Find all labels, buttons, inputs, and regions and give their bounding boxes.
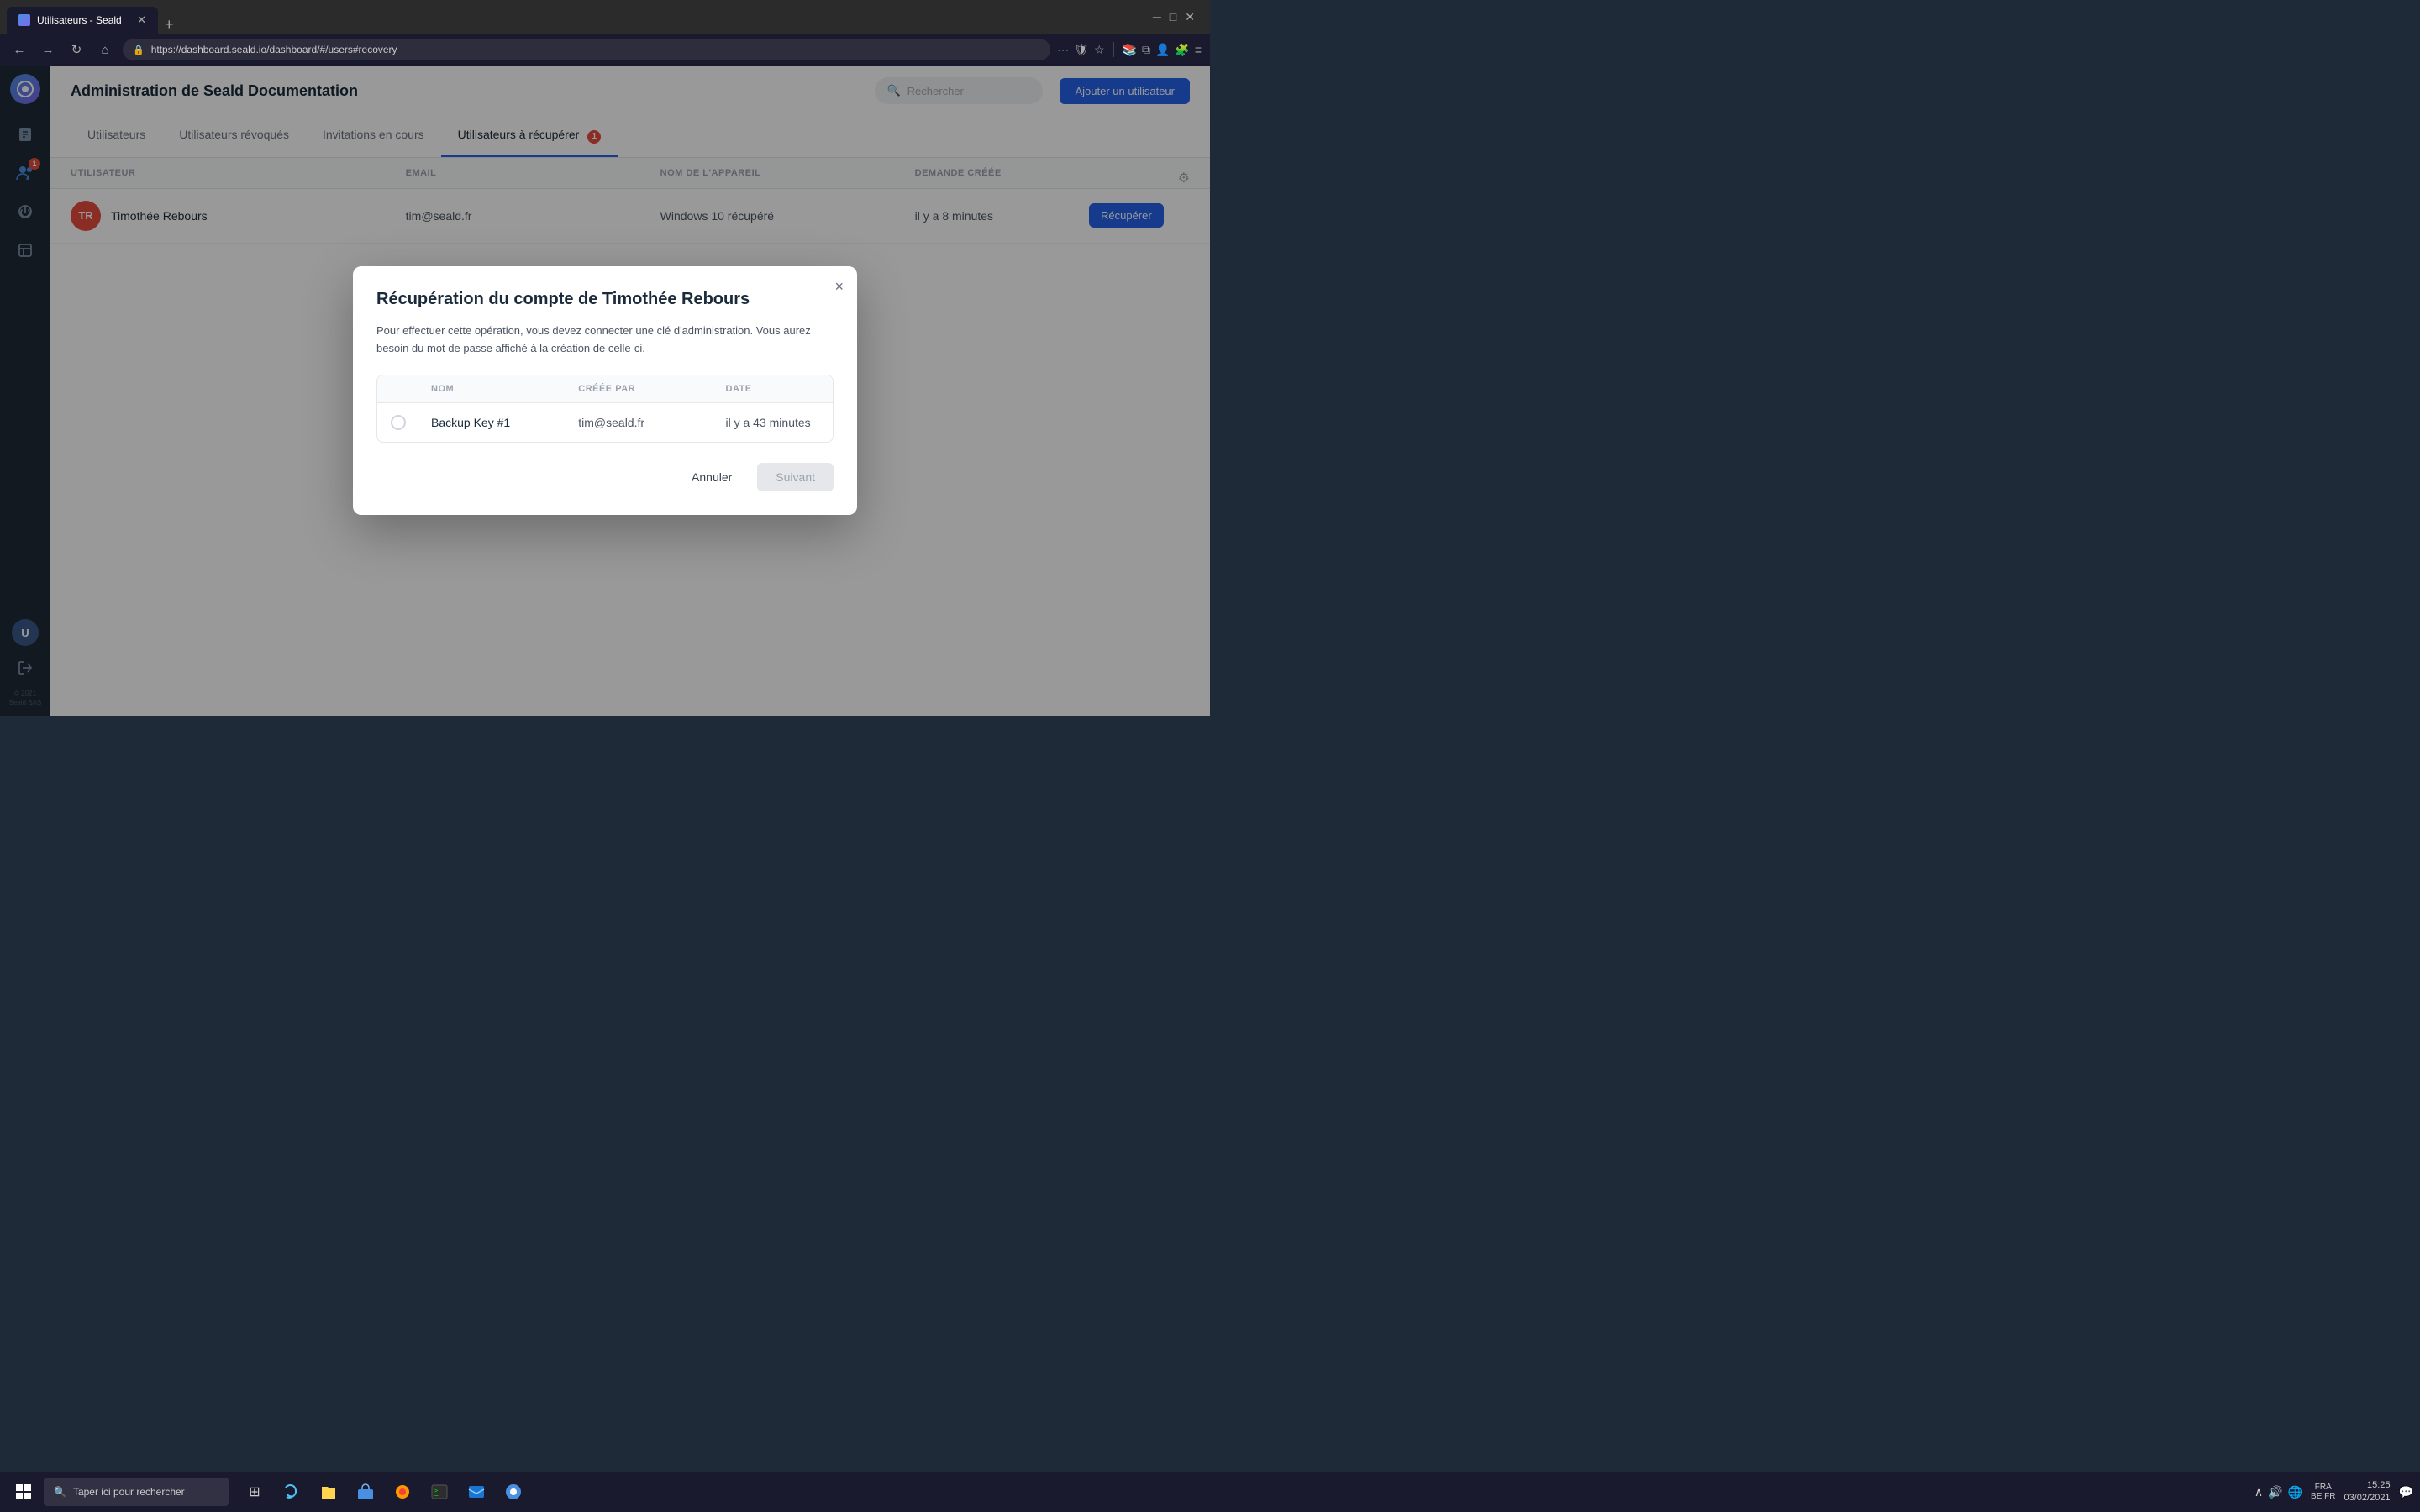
app-wrapper: 1 U © 2021 Seald SAS Administration de S…	[0, 66, 1210, 716]
tab-title: Utilisateurs - Seald	[37, 14, 122, 26]
split-view-icon[interactable]: ⧉	[1142, 43, 1150, 57]
lock-icon: 🔒	[133, 45, 145, 55]
key-table-row: Backup Key #1 tim@seald.fr il y a 43 min…	[377, 403, 833, 442]
cancel-button[interactable]: Annuler	[675, 463, 749, 491]
volume-icon[interactable]: 🔊	[2268, 1485, 2282, 1499]
tab-close-button[interactable]: ✕	[137, 13, 146, 27]
menu-button[interactable]: ≡	[1195, 43, 1202, 56]
shield-icon: 🛡	[1074, 43, 1089, 57]
svg-text:>: >	[434, 1488, 438, 1494]
new-tab-button[interactable]: +	[158, 16, 181, 34]
modal-description: Pour effectuer cette opération, vous dev…	[376, 323, 834, 358]
nav-icons-right: ⋯ 🛡 ☆ 📚 ⧉ 👤 🧩 ≡	[1057, 42, 1202, 57]
notification-icon[interactable]: 💬	[2399, 1485, 2413, 1499]
reading-list-icon[interactable]: 📚	[1123, 43, 1137, 57]
back-button[interactable]: ←	[8, 39, 30, 60]
key-col-date: DATE	[726, 384, 820, 394]
taskbar-app-files[interactable]	[311, 1474, 346, 1509]
minimize-button[interactable]: ─	[1153, 10, 1161, 24]
active-tab[interactable]: Utilisateurs - Seald ✕	[7, 7, 158, 34]
taskbar-date-value: 03/02/2021	[2344, 1492, 2391, 1504]
modal-title: Récupération du compte de Timothée Rebou…	[376, 290, 834, 309]
taskbar-search[interactable]: 🔍 Taper ici pour rechercher	[44, 1478, 229, 1506]
forward-button[interactable]: →	[37, 39, 59, 60]
key-table: NOM CRÉÉE PAR DATE Backup Key #1 tim@sea…	[376, 375, 834, 443]
more-button[interactable]: ⋯	[1057, 43, 1069, 57]
browser-tabs: Utilisateurs - Seald ✕ +	[7, 0, 181, 34]
recovery-modal: × Récupération du compte de Timothée Reb…	[353, 266, 857, 515]
taskbar-search-text: Taper ici pour rechercher	[73, 1486, 185, 1498]
start-button[interactable]	[7, 1475, 40, 1509]
taskbar: 🔍 Taper ici pour rechercher ⊞ _> ∧ 🔊	[0, 1472, 2420, 1512]
url-bar[interactable]: 🔒 https://dashboard.seald.io/dashboard/#…	[123, 39, 1050, 60]
modal-buttons: Annuler Suivant	[376, 463, 834, 491]
key-creator: tim@seald.fr	[578, 416, 718, 429]
profile-icon[interactable]: 👤	[1155, 43, 1170, 57]
home-button[interactable]: ⌂	[94, 39, 116, 60]
key-name: Backup Key #1	[431, 416, 571, 429]
browser-chrome: Utilisateurs - Seald ✕ + ─ □ ✕	[0, 0, 1210, 34]
modal-close-button[interactable]: ×	[834, 278, 844, 296]
browser-navbar: ← → ↻ ⌂ 🔒 https://dashboard.seald.io/das…	[0, 34, 1210, 66]
maximize-button[interactable]: □	[1170, 10, 1176, 24]
taskbar-apps: ⊞ _>	[237, 1474, 531, 1509]
taskbar-app-seald[interactable]	[496, 1474, 531, 1509]
tab-favicon	[18, 14, 30, 26]
system-tray-icons: ∧ 🔊 🌐	[2254, 1485, 2302, 1499]
taskbar-clock[interactable]: 15:25 03/02/2021	[2344, 1479, 2391, 1505]
taskbar-app-firefox[interactable]	[385, 1474, 420, 1509]
taskbar-search-icon: 🔍	[54, 1486, 66, 1498]
up-arrow-icon[interactable]: ∧	[2254, 1485, 2263, 1499]
next-button[interactable]: Suivant	[757, 463, 834, 491]
key-col-creator: CRÉÉE PAR	[578, 384, 718, 394]
taskbar-app-view[interactable]: ⊞	[237, 1474, 272, 1509]
bookmark-icon[interactable]: ☆	[1094, 43, 1105, 57]
key-radio-button[interactable]	[391, 415, 406, 430]
network-icon[interactable]: 🌐	[2288, 1485, 2302, 1499]
key-date: il y a 43 minutes	[726, 416, 820, 429]
locale-info: FRA BE FR	[2311, 1483, 2335, 1501]
reload-button[interactable]: ↻	[66, 39, 87, 60]
taskbar-time-value: 15:25	[2344, 1479, 2391, 1492]
taskbar-app-terminal[interactable]: _>	[422, 1474, 457, 1509]
close-window-button[interactable]: ✕	[1185, 10, 1195, 24]
taskbar-app-outlook[interactable]	[459, 1474, 494, 1509]
extensions-icon[interactable]: 🧩	[1175, 43, 1189, 57]
key-col-nom: NOM	[431, 384, 571, 394]
key-col-select	[391, 384, 424, 394]
taskbar-app-store[interactable]	[348, 1474, 383, 1509]
taskbar-right: ∧ 🔊 🌐 FRA BE FR 15:25 03/02/2021 💬	[2254, 1479, 2413, 1505]
key-table-header: NOM CRÉÉE PAR DATE	[377, 375, 833, 403]
modal-overlay: × Récupération du compte de Timothée Reb…	[0, 66, 1210, 716]
url-text: https://dashboard.seald.io/dashboard/#/u…	[151, 44, 397, 55]
taskbar-app-edge[interactable]	[274, 1474, 309, 1509]
